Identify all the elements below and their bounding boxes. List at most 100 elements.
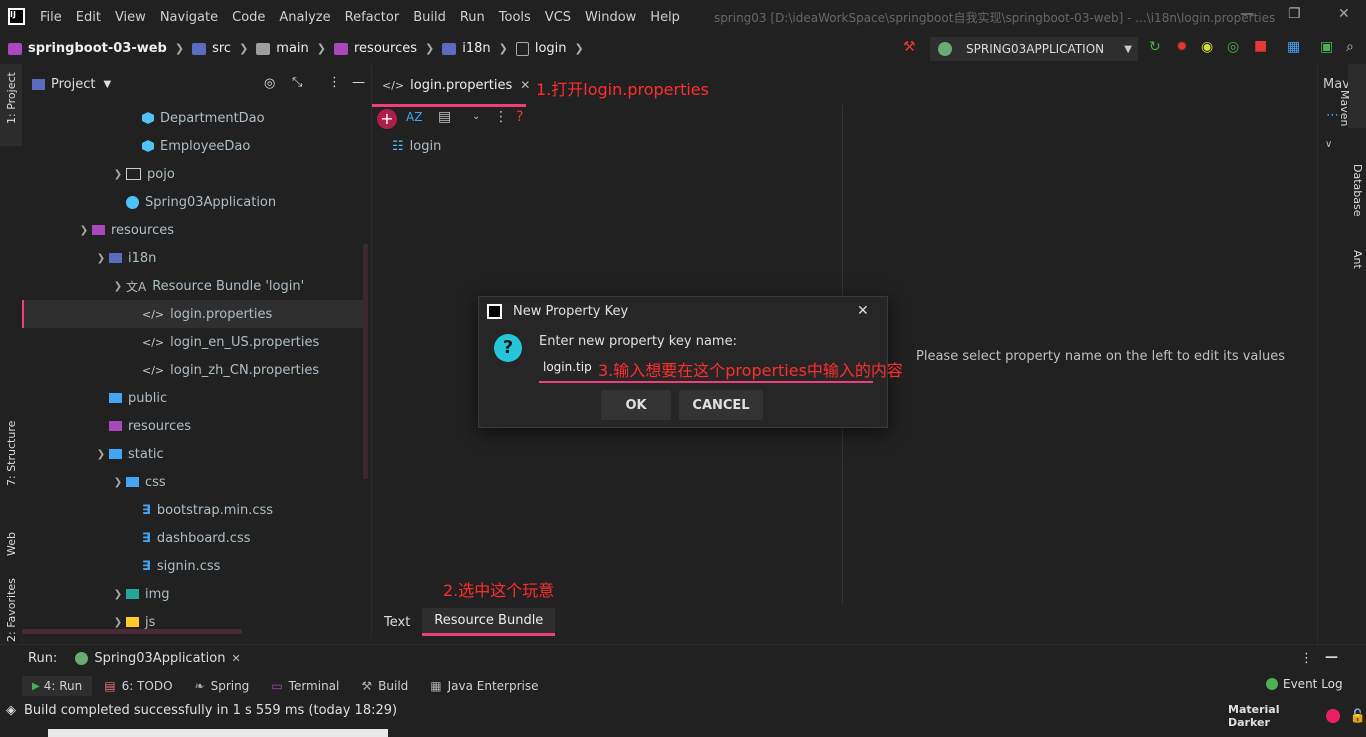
- ant-tool-label[interactable]: Ant: [1351, 250, 1364, 269]
- breadcrumb-main[interactable]: main: [276, 41, 308, 56]
- menu-window[interactable]: Window: [585, 10, 636, 25]
- tree-item-public[interactable]: public: [109, 384, 167, 412]
- tab-resource-bundle[interactable]: Resource Bundle: [422, 608, 556, 636]
- ok-button[interactable]: OK: [601, 390, 671, 420]
- tree-item-css[interactable]: ❯ css: [110, 468, 166, 496]
- tool-tab-todo[interactable]: ▤ 6: TODO: [104, 679, 172, 693]
- tree-item-login-zh-cn[interactable]: </> login_zh_CN.properties: [142, 356, 319, 384]
- web-tool-label[interactable]: Web: [5, 532, 18, 556]
- tree-item-i18n[interactable]: ❯ i18n: [93, 244, 157, 272]
- collapse-icon[interactable]: ⤡: [292, 75, 302, 90]
- minimize-icon[interactable]: —: [1240, 6, 1254, 22]
- tree-item-bootstrap-css[interactable]: ∃ bootstrap.min.css: [142, 496, 273, 524]
- event-log-tab[interactable]: Event Log: [1266, 677, 1343, 691]
- tree-item-resource-bundle[interactable]: ❯ 文A Resource Bundle 'login': [110, 272, 304, 300]
- hammer-icon[interactable]: ⚒: [903, 39, 916, 55]
- breadcrumb-resources[interactable]: resources: [354, 41, 417, 56]
- chevron-down-icon[interactable]: ❯: [76, 225, 92, 236]
- help-icon[interactable]: ?: [516, 109, 523, 125]
- breadcrumb-project[interactable]: springboot-03-web: [28, 41, 167, 56]
- tab-login-properties[interactable]: </> login.properties ✕: [372, 66, 530, 107]
- horizontal-scrollbar[interactable]: [22, 629, 242, 634]
- hide-panel-icon[interactable]: —: [352, 75, 365, 90]
- menu-vcs[interactable]: VCS: [545, 10, 571, 25]
- bundle-key-item[interactable]: ☷ login: [392, 139, 441, 154]
- profile-icon[interactable]: ◎: [1227, 39, 1239, 55]
- tree-item-spring03application[interactable]: Spring03Application: [126, 188, 276, 216]
- database-tool-label[interactable]: Database: [1351, 164, 1364, 217]
- tool-tab-spring[interactable]: ❧ Spring: [195, 679, 250, 693]
- breadcrumb-i18n[interactable]: i18n: [462, 41, 490, 56]
- expand-icon[interactable]: ⌄: [472, 111, 480, 122]
- menu-code[interactable]: Code: [232, 10, 265, 25]
- menu-view[interactable]: View: [115, 10, 146, 25]
- tool-tab-terminal[interactable]: ▭ Terminal: [271, 679, 339, 693]
- menu-build[interactable]: Build: [413, 10, 446, 25]
- stop-icon[interactable]: ■: [1254, 38, 1267, 54]
- tree-item-dashboard-css[interactable]: ∃ dashboard.css: [142, 524, 251, 552]
- tree-item-resources[interactable]: ❯ resources: [76, 216, 174, 244]
- tree-item-resources-2[interactable]: resources: [109, 412, 191, 440]
- menu-analyze[interactable]: Analyze: [279, 10, 330, 25]
- chevron-right-icon[interactable]: ❯: [110, 589, 126, 600]
- close-window-icon[interactable]: ✕: [1338, 6, 1350, 22]
- more-options-icon[interactable]: ⋮: [1300, 651, 1313, 666]
- tool-tab-java-enterprise[interactable]: ▦ Java Enterprise: [430, 679, 538, 693]
- chevron-right-icon[interactable]: ❯: [110, 169, 126, 180]
- tree-item-employeedao[interactable]: EmployeeDao: [142, 132, 250, 160]
- cancel-button[interactable]: CANCEL: [679, 390, 763, 420]
- locate-icon[interactable]: ◎: [264, 76, 275, 91]
- menu-navigate[interactable]: Navigate: [160, 10, 218, 25]
- chevron-down-icon[interactable]: ❯: [93, 253, 109, 264]
- tab-text[interactable]: Text: [372, 615, 422, 630]
- structure-tool-label[interactable]: 7: Structure: [5, 421, 18, 486]
- tool-tab-run[interactable]: ▶ 4: Run: [22, 676, 93, 696]
- coverage-icon[interactable]: ◉: [1201, 39, 1213, 55]
- chevron-down-icon[interactable]: ❯: [93, 449, 109, 460]
- tool-tab-build[interactable]: ⚒ Build: [361, 679, 408, 693]
- group-by-prefix-icon[interactable]: ▤: [438, 109, 451, 125]
- search-icon[interactable]: ⌕: [1346, 39, 1354, 55]
- terminal-icon[interactable]: ▣: [1320, 39, 1333, 55]
- breadcrumb-login[interactable]: login: [535, 41, 567, 56]
- restore-icon[interactable]: ❐: [1288, 6, 1301, 22]
- menu-help[interactable]: Help: [650, 10, 680, 25]
- menu-edit[interactable]: Edit: [76, 10, 101, 25]
- menu-refactor[interactable]: Refactor: [345, 10, 400, 25]
- tree-item-login-properties[interactable]: </> login.properties: [142, 300, 272, 328]
- tree-item-departmentdao[interactable]: DepartmentDao: [142, 104, 265, 132]
- dialog-close-icon[interactable]: ✕: [857, 303, 869, 319]
- more-options-icon[interactable]: ⋮: [494, 109, 508, 125]
- breadcrumb-src[interactable]: src: [212, 41, 231, 56]
- vertical-scrollbar[interactable]: [363, 244, 368, 479]
- menu-run[interactable]: Run: [460, 10, 485, 25]
- chevron-right-icon[interactable]: ❯: [110, 617, 126, 628]
- project-panel-title[interactable]: Project: [51, 77, 95, 92]
- sort-alphabetically-icon[interactable]: AZ: [406, 110, 422, 124]
- menu-tools[interactable]: Tools: [499, 10, 531, 25]
- favorites-tool-label[interactable]: 2: Favorites: [5, 578, 18, 642]
- tree-item-signin-css[interactable]: ∃ signin.css: [142, 552, 220, 580]
- chevron-down-icon[interactable]: ❯: [110, 477, 126, 488]
- run-tab-label[interactable]: Spring03Application: [94, 651, 225, 666]
- tree-item-pojo[interactable]: ❯ pojo: [110, 160, 175, 188]
- lock-icon[interactable]: 🔓: [1350, 709, 1366, 724]
- maven-tool-label[interactable]: Maven: [1338, 90, 1351, 126]
- theme-label[interactable]: Material Darker: [1228, 703, 1320, 729]
- hide-panel-icon[interactable]: —: [1325, 650, 1338, 665]
- menu-file[interactable]: File: [40, 10, 62, 25]
- run-config-selector[interactable]: SPRING03APPLICATION ▼: [930, 37, 1138, 61]
- project-structure-icon[interactable]: ▦: [1287, 39, 1300, 55]
- tree-item-login-en-us[interactable]: </> login_en_US.properties: [142, 328, 319, 356]
- chevron-down-icon[interactable]: ∨: [1325, 139, 1332, 150]
- close-tab-icon[interactable]: ✕: [520, 78, 530, 92]
- tree-item-img[interactable]: ❯ img: [110, 580, 170, 608]
- debug-icon[interactable]: ✹: [1176, 39, 1188, 55]
- rerun-icon[interactable]: ↻: [1149, 39, 1161, 55]
- more-options-icon[interactable]: ⋮: [328, 75, 341, 90]
- chevron-down-icon[interactable]: ▼: [103, 79, 111, 90]
- project-tool-label[interactable]: 1: Project: [5, 72, 18, 124]
- close-run-tab-icon[interactable]: ✕: [231, 652, 240, 665]
- tree-item-static[interactable]: ❯ static: [93, 440, 164, 468]
- chevron-down-icon[interactable]: ❯: [110, 281, 126, 292]
